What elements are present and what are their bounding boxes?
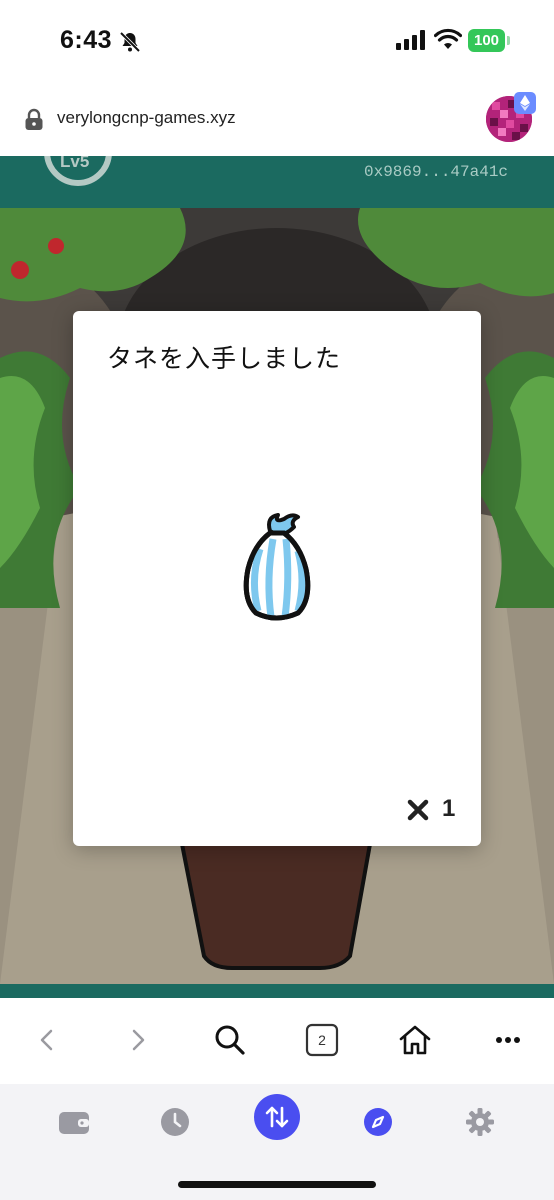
tabs-count: 2 [318, 1032, 326, 1048]
back-icon [40, 1029, 53, 1051]
more-button[interactable] [488, 1020, 528, 1060]
item-quantity: 1 [442, 795, 456, 822]
level-label: Lv5 [60, 156, 90, 171]
forward-button[interactable] [118, 1020, 158, 1060]
url-bar[interactable]: verylongcnp-games.xyz [0, 84, 554, 156]
lock-icon [25, 108, 43, 130]
more-icon [496, 1037, 520, 1043]
browser-toolbar: 2 [0, 998, 554, 1084]
battery-icon: 100 [468, 29, 510, 52]
home-indicator[interactable] [178, 1181, 376, 1188]
bell-slash-icon [119, 31, 141, 53]
history-icon [161, 1108, 189, 1136]
close-x-icon [407, 799, 429, 821]
seed-bag-icon [243, 513, 311, 621]
back-button[interactable] [27, 1020, 67, 1060]
tabs-button[interactable]: 2 [302, 1020, 342, 1060]
cellular-signal-icon [396, 30, 425, 50]
url-text[interactable]: verylongcnp-games.xyz [57, 108, 236, 128]
game-header: Lv5 0x9869...47a41c [0, 156, 554, 208]
forward-icon [132, 1029, 145, 1051]
nav-explore[interactable] [356, 1100, 400, 1144]
status-bar: 6:43 100 [0, 0, 554, 84]
nav-wallet[interactable] [52, 1100, 96, 1144]
nav-history[interactable] [153, 1100, 197, 1144]
wifi-icon [434, 28, 462, 49]
nav-swap[interactable] [254, 1094, 300, 1140]
game-footer-strip [0, 984, 554, 998]
status-time: 6:43 [60, 26, 113, 54]
home-button[interactable] [395, 1020, 435, 1060]
search-button[interactable] [210, 1020, 250, 1060]
battery-level: 100 [468, 29, 505, 52]
settings-icon [466, 1108, 494, 1136]
search-icon [215, 1025, 245, 1055]
nav-settings[interactable] [458, 1100, 502, 1144]
item-acquired-modal[interactable]: タネを入手しました 1 [73, 311, 481, 846]
explore-icon [364, 1108, 392, 1136]
wallet-icon [59, 1112, 89, 1134]
battery-tip [507, 36, 510, 45]
home-icon [399, 1025, 431, 1055]
ethereum-badge-icon [514, 92, 536, 114]
modal-title: タネを入手しました [107, 344, 342, 373]
swap-icon [265, 1106, 289, 1128]
wallet-address[interactable]: 0x9869...47a41c [364, 163, 508, 181]
